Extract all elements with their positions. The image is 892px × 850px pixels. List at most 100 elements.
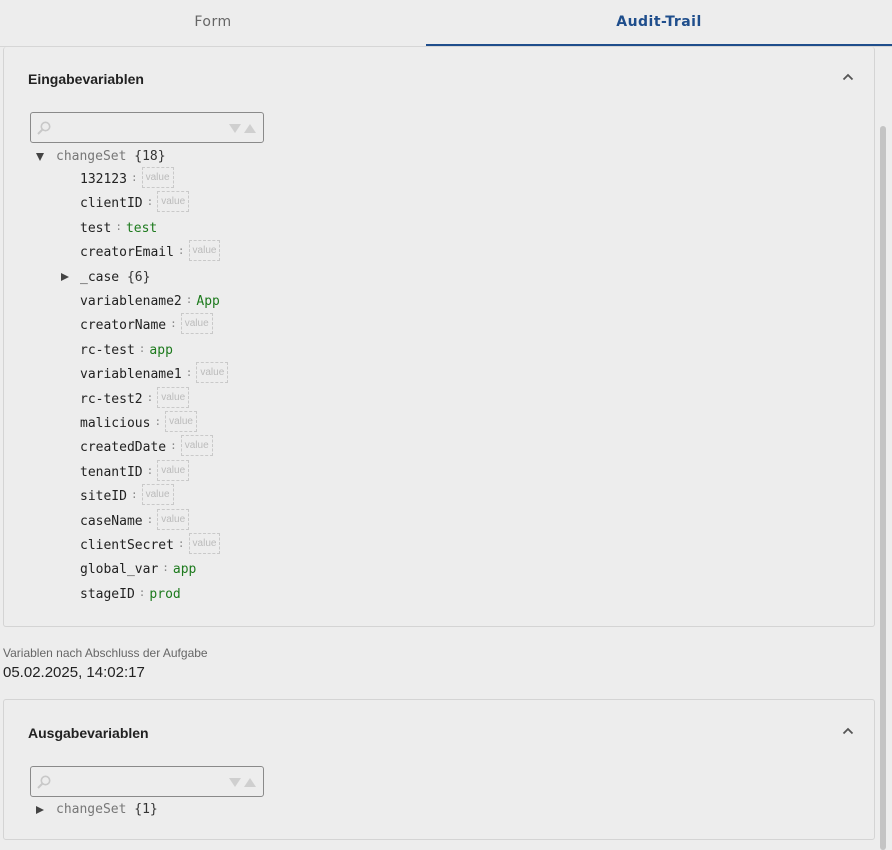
tree-value-placeholder[interactable]: value (141, 484, 174, 506)
tree-colon: : (177, 537, 185, 550)
tree-root-node[interactable]: changeSet {18} (36, 146, 166, 168)
tree-key: malicious (80, 416, 151, 431)
tree-value[interactable]: app (149, 343, 172, 358)
tree-colon: : (130, 171, 138, 184)
caret-right-icon[interactable] (36, 805, 44, 814)
tree-colon: : (115, 219, 122, 233)
tree-key: variablename2 (80, 294, 182, 309)
tree-key: clientID (80, 196, 143, 212)
output-variables-title: Ausgabevariablen (28, 725, 149, 741)
tree-entry: rc-test: app (80, 340, 173, 362)
tree-entry: variablename2: App (80, 291, 220, 313)
tree-group-count: {6} (126, 269, 151, 285)
tree-value[interactable]: test (126, 221, 157, 236)
tree-value-placeholder[interactable]: value (188, 240, 221, 262)
chevron-up-icon[interactable] (842, 725, 854, 737)
tab-audit-trail[interactable]: Audit-Trail (426, 0, 892, 47)
search-icon (37, 775, 51, 789)
completion-timestamp: 05.02.2025, 14:02:17 (3, 664, 145, 681)
tab-bar: Form Audit-Trail (0, 0, 892, 47)
input-search-input[interactable] (55, 117, 223, 139)
tree-key: creatorName (80, 318, 167, 334)
tree-value-placeholder[interactable]: value (157, 191, 190, 213)
completion-label: Variablen nach Abschluss der Aufgabe (3, 646, 208, 660)
tree-colon: : (138, 341, 146, 355)
tree-key: variablename1 (80, 367, 182, 383)
tree-entry: caseName: value (80, 508, 190, 533)
tree-entry: variablename1: value (80, 362, 229, 386)
tree-colon: : (185, 293, 193, 306)
tree-root-name: changeSet (56, 802, 127, 817)
tree-entry: creatorName: value (80, 313, 213, 337)
tab-form[interactable]: Form (0, 0, 426, 47)
tree-colon: : (130, 488, 138, 502)
active-tab-indicator (426, 44, 892, 46)
tree-colon: : (146, 512, 154, 526)
chevron-up-icon[interactable] (842, 71, 854, 83)
tree-key: caseName (80, 513, 143, 529)
tree-group-node[interactable]: _case {6} (61, 267, 150, 289)
tree-value-placeholder[interactable]: value (157, 386, 190, 408)
input-search-box (30, 112, 264, 143)
sort-toggle-icon[interactable] (228, 776, 260, 788)
tree-entry: tenantID: value (80, 459, 190, 484)
tree-root-count: {18} (134, 149, 166, 164)
tree-key: test (80, 220, 112, 236)
tree-key: global_var (80, 562, 159, 578)
input-variables-title: Eingabevariablen (28, 71, 144, 87)
tree-entry: creatorEmail: value (80, 240, 221, 264)
sort-toggle-icon[interactable] (228, 122, 260, 134)
tree-colon: : (138, 585, 146, 599)
tree-entry: 132123: value (80, 167, 174, 191)
tree-key: siteID (80, 489, 127, 505)
search-icon (37, 121, 51, 135)
tree-entry: test: test (80, 218, 157, 240)
tree-colon: : (146, 195, 154, 209)
input-variables-panel: Eingabevariablen changeSet {18} 132123: va… (3, 47, 875, 627)
tree-key: rc-test (80, 342, 135, 358)
tree-value-placeholder[interactable]: value (157, 459, 190, 481)
output-variables-panel: Ausgabevariablen changeSet {1} (3, 699, 875, 840)
tree-root-name: changeSet (56, 149, 127, 164)
tree-value-placeholder[interactable]: value (196, 362, 229, 384)
tree-entry: clientID: value (80, 191, 190, 215)
tree-root-count: {1} (134, 802, 158, 817)
tree-entry: global_var: app (80, 559, 196, 581)
tree-root-node[interactable]: changeSet {1} (36, 799, 158, 821)
tree-value-placeholder[interactable]: value (188, 533, 221, 554)
tree-value[interactable]: App (196, 294, 219, 309)
tree-entry: rc-test2: value (80, 386, 190, 411)
tree-entry: malicious: value (80, 411, 197, 435)
tree-key: _case (80, 269, 120, 285)
tree-value-placeholder[interactable]: value (165, 411, 197, 432)
tree-key: 132123 (80, 172, 127, 187)
output-search-input[interactable] (55, 771, 223, 793)
tree-entry: createdDate: value (80, 435, 213, 459)
tree-entry: clientSecret: value (80, 533, 221, 557)
tree-colon: : (146, 463, 154, 477)
caret-right-icon[interactable] (61, 273, 69, 282)
tree-key: rc-test2 (80, 391, 143, 407)
output-search-box (30, 766, 264, 797)
tree-colon: : (170, 317, 177, 331)
tree-entry: stageID: prod (80, 584, 181, 606)
tree-key: creatorEmail (80, 245, 174, 261)
tree-value[interactable]: app (173, 562, 196, 577)
tree-colon: : (162, 561, 169, 575)
tree-colon: : (154, 415, 162, 428)
tree-key: clientSecret (80, 538, 174, 553)
tree-value-placeholder[interactable]: value (157, 508, 190, 530)
caret-down-icon[interactable] (36, 152, 44, 161)
tree-colon: : (146, 390, 154, 404)
vertical-scrollbar[interactable] (880, 126, 886, 850)
tree-key: tenantID (80, 464, 143, 480)
tree-key: stageID (80, 586, 135, 602)
tree-colon: : (170, 439, 177, 453)
tree-colon: : (177, 244, 185, 258)
tree-value-placeholder[interactable]: value (141, 167, 174, 188)
tree-value-placeholder[interactable]: value (180, 435, 213, 457)
tree-value-placeholder[interactable]: value (180, 313, 213, 335)
tree-colon: : (185, 366, 193, 380)
tree-key: createdDate (80, 440, 167, 456)
tree-value[interactable]: prod (149, 587, 180, 602)
